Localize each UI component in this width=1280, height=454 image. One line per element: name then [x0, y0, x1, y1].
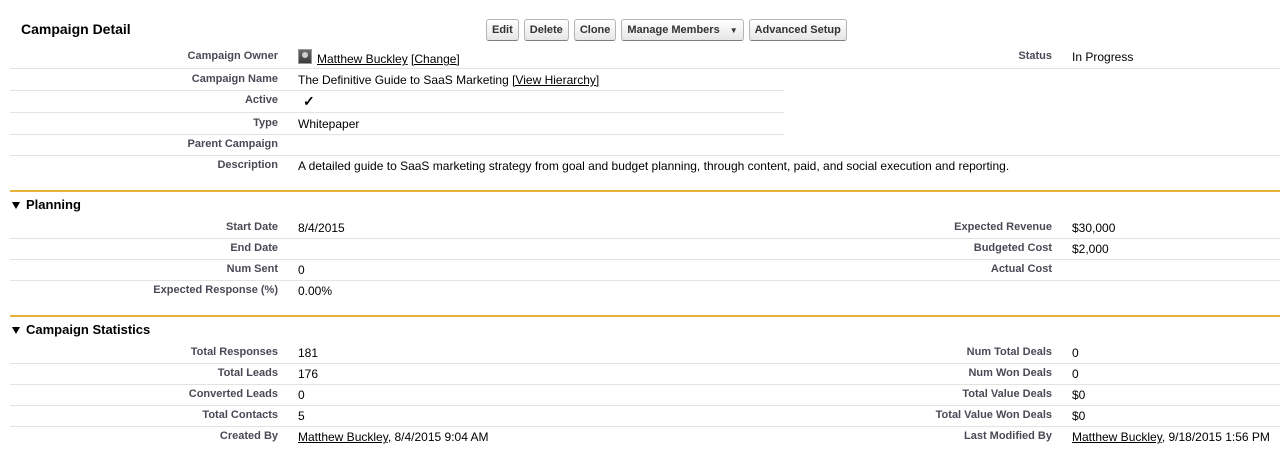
divider — [10, 238, 1280, 239]
total-leads-label: Total Leads — [217, 367, 278, 379]
active-label: Active — [244, 94, 278, 106]
budgeted-cost-label: Budgeted Cost — [973, 242, 1052, 254]
manage-members-label: Manage Members — [627, 24, 720, 36]
created-by-value: Matthew Buckley, 8/4/2015 9:04 AM — [298, 430, 489, 444]
converted-leads-value: 0 — [298, 388, 305, 402]
status-label: Status — [1018, 50, 1052, 62]
advanced-setup-label: Advanced Setup — [754, 24, 841, 36]
total-value-deals-value: $0 — [1072, 388, 1086, 402]
expected-response-label: Expected Response (%) — [153, 284, 278, 296]
avatar — [298, 49, 312, 64]
view-hierarchy-link[interactable]: [View Hierarchy] — [512, 73, 599, 87]
button-bar: Edit Delete Clone Manage Members ▼ Advanc… — [486, 19, 847, 42]
num-won-deals-label: Num Won Deals — [968, 367, 1052, 379]
expected-revenue-label: Expected Revenue — [954, 221, 1052, 233]
description-label: Description — [217, 159, 278, 171]
created-by-label: Created By — [219, 430, 278, 442]
manage-members-button[interactable]: Manage Members ▼ — [621, 19, 744, 41]
delete-button-label: Delete — [529, 24, 563, 36]
section-divider — [10, 315, 1280, 317]
divider — [10, 426, 1280, 427]
edit-button-label: Edit — [492, 24, 513, 36]
parent-campaign-label: Parent Campaign — [187, 138, 278, 150]
campaign-name-value: The Definitive Guide to SaaS Marketing [… — [298, 73, 599, 87]
total-responses-value: 181 — [298, 346, 319, 360]
campaign-name-text: The Definitive Guide to SaaS Marketing — [298, 73, 509, 87]
campaign-owner-label: Campaign Owner — [187, 50, 278, 62]
type-label: Type — [253, 117, 278, 129]
divider — [10, 384, 1280, 385]
divider — [10, 259, 1280, 260]
clone-button[interactable]: Clone — [573, 19, 617, 41]
num-total-deals-label: Num Total Deals — [966, 346, 1052, 358]
last-modified-value: Matthew Buckley, 9/18/2015 1:56 PM — [1072, 430, 1270, 444]
collapse-triangle-icon — [12, 326, 20, 334]
campaign-owner-value: Matthew Buckley [Change] — [317, 52, 460, 66]
total-contacts-value: 5 — [298, 409, 305, 423]
expected-response-value: 0.00% — [298, 284, 333, 298]
divider — [10, 134, 784, 135]
status-value: In Progress — [1072, 50, 1134, 64]
actual-cost-label: Actual Cost — [990, 263, 1052, 275]
planning-heading: Planning — [26, 197, 81, 212]
divider — [10, 112, 784, 113]
change-owner-link[interactable]: [Change] — [411, 52, 460, 66]
edit-button[interactable]: Edit — [486, 19, 519, 41]
created-by-user-link[interactable]: Matthew Buckley — [298, 430, 388, 444]
created-by-date: , 8/4/2015 9:04 AM — [387, 430, 489, 444]
section-divider — [10, 190, 1280, 192]
campaign-detail-page: Campaign Detail Edit Delete Clone Manage… — [0, 0, 1280, 454]
divider — [10, 363, 1280, 364]
divider — [10, 68, 1280, 69]
campaign-statistics-heading: Campaign Statistics — [26, 322, 151, 337]
advanced-setup-button[interactable]: Advanced Setup — [748, 19, 847, 41]
start-date-label: Start Date — [226, 221, 278, 233]
total-contacts-label: Total Contacts — [202, 409, 278, 421]
divider — [10, 405, 1280, 406]
expected-revenue-value: $30,000 — [1072, 221, 1116, 235]
clone-button-label: Clone — [579, 24, 611, 36]
divider — [10, 90, 784, 91]
total-value-won-deals-label: Total Value Won Deals — [935, 409, 1052, 421]
page-title: Campaign Detail — [21, 21, 131, 37]
last-modified-user-link[interactable]: Matthew Buckley — [1072, 430, 1162, 444]
num-total-deals-value: 0 — [1072, 346, 1079, 360]
collapse-triangle-icon — [12, 201, 20, 209]
total-value-won-deals-value: $0 — [1072, 409, 1086, 423]
checkmark-icon: ✓ — [303, 93, 315, 109]
start-date-value: 8/4/2015 — [298, 221, 345, 235]
divider — [10, 280, 1280, 281]
total-value-deals-label: Total Value Deals — [962, 388, 1052, 400]
total-leads-value: 176 — [298, 367, 319, 381]
campaign-name-label: Campaign Name — [191, 73, 278, 85]
num-won-deals-value: 0 — [1072, 367, 1079, 381]
delete-button[interactable]: Delete — [523, 19, 569, 41]
caret-down-icon: ▼ — [729, 25, 738, 35]
type-value: Whitepaper — [298, 117, 360, 131]
last-modified-label: Last Modified By — [963, 430, 1052, 442]
num-sent-value: 0 — [298, 263, 305, 277]
description-value: A detailed guide to SaaS marketing strat… — [298, 159, 1010, 173]
end-date-label: End Date — [230, 242, 278, 254]
total-responses-label: Total Responses — [190, 346, 278, 358]
campaign-statistics-section-header[interactable]: Campaign Statistics — [12, 322, 150, 337]
last-modified-date: , 9/18/2015 1:56 PM — [1161, 430, 1270, 444]
budgeted-cost-value: $2,000 — [1072, 242, 1109, 256]
divider — [10, 155, 1280, 156]
campaign-owner-link[interactable]: Matthew Buckley — [317, 52, 408, 66]
converted-leads-label: Converted Leads — [188, 388, 278, 400]
num-sent-label: Num Sent — [226, 263, 278, 275]
planning-section-header[interactable]: Planning — [12, 197, 81, 212]
